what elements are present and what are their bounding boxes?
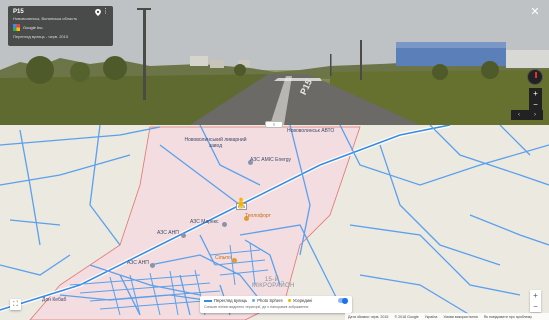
poi-marker[interactable] bbox=[222, 222, 227, 227]
street-view-nav-arrows[interactable]: ‹ › bbox=[511, 110, 543, 120]
capture-date: Перегляд вулиць - черв. 2015 bbox=[13, 34, 69, 39]
label-novovolynsk-avto[interactable]: Нововолинськ АВТО bbox=[287, 128, 334, 134]
photo-sphere-dot-icon bbox=[252, 299, 256, 302]
location-pin-icon[interactable] bbox=[95, 9, 101, 16]
legend-photo-sphere: Photo Sphere bbox=[257, 298, 283, 303]
footer-terms-link[interactable]: Умови використання bbox=[443, 315, 477, 319]
label-silpo[interactable]: Сільпо bbox=[215, 255, 231, 261]
street-view-zoom-control[interactable]: + − bbox=[529, 88, 542, 110]
poi-marker[interactable] bbox=[150, 263, 155, 268]
footer-report-link[interactable]: Як повідомити про проблему bbox=[484, 315, 532, 319]
label-azs-energy[interactable]: АЗС АМІС Energy bbox=[250, 157, 291, 163]
sv-zoom-out-button[interactable]: − bbox=[529, 99, 542, 110]
street-view-layers-panel: Перегляд вулиць Photo Sphere Усередині С… bbox=[200, 296, 352, 313]
poi-marker[interactable] bbox=[181, 233, 186, 238]
layer-toggle-switch[interactable] bbox=[338, 297, 348, 304]
location-title: P15 bbox=[13, 9, 24, 15]
footer-copyright: © 2018 Google bbox=[394, 314, 419, 319]
nav-left-icon[interactable]: ‹ bbox=[518, 112, 520, 118]
map-canvas[interactable] bbox=[0, 125, 549, 320]
label-liyarny-zavod[interactable]: Нововолинський ливарний завод bbox=[178, 137, 253, 149]
layers-description: Синьою лінією виділено території, де є п… bbox=[204, 305, 309, 309]
poi-marker-orange[interactable] bbox=[232, 258, 237, 263]
map-zoom-in-button[interactable]: + bbox=[530, 290, 541, 301]
legend-street-view: Перегляд вулиць bbox=[214, 298, 248, 303]
label-don-kebab[interactable]: Дон Кебаб bbox=[42, 297, 66, 303]
close-street-view-button[interactable]: ✕ bbox=[529, 6, 541, 18]
street-view-info-card: P15 Нововолинськ, Волинська область Goog… bbox=[8, 6, 113, 46]
footer-date: Дата зйомки: черв. 2015 bbox=[348, 314, 389, 319]
pegman-icon[interactable] bbox=[237, 197, 245, 209]
label-teplovyk[interactable]: Теплофорт bbox=[245, 213, 271, 219]
nav-right-icon[interactable]: › bbox=[534, 112, 536, 118]
location-subtitle: Нововолинськ, Волинська область bbox=[13, 16, 78, 21]
layers-legend-row: Перегляд вулиць Photo Sphere Усередині bbox=[204, 297, 348, 304]
street-view-panel[interactable]: P15 P15 Нововолинськ, Волинська область … bbox=[0, 0, 549, 125]
compass-icon[interactable] bbox=[527, 69, 543, 85]
uploaded-dot-icon bbox=[287, 299, 291, 302]
label-azs-ang[interactable]: АЗС АНП bbox=[157, 230, 179, 236]
label-azs-marex[interactable]: АЗС Марекс bbox=[190, 219, 219, 225]
provider-row: Google Inc. bbox=[13, 24, 108, 31]
label-azs-anp-2[interactable]: АЗС АНП bbox=[127, 260, 149, 266]
map-panel[interactable]: Нововолинський ливарний завод Нововолинс… bbox=[0, 125, 549, 320]
label-district: 15-Й МІКРОРАЙОН bbox=[252, 277, 295, 289]
sv-zoom-in-button[interactable]: + bbox=[529, 88, 542, 99]
provider-name: Google Inc. bbox=[23, 25, 44, 30]
google-logo-icon bbox=[13, 24, 20, 31]
split-resize-handle[interactable]: ≡ bbox=[265, 121, 283, 128]
map-footer: Дата зйомки: черв. 2015 © 2018 Google Ук… bbox=[345, 313, 549, 320]
fullscreen-button[interactable]: ⛶ bbox=[10, 299, 21, 310]
map-zoom-out-button[interactable]: − bbox=[530, 301, 541, 312]
map-zoom-control[interactable]: + − bbox=[530, 290, 541, 312]
street-view-line-icon bbox=[204, 299, 212, 302]
more-options-icon[interactable]: ⋮ bbox=[102, 8, 109, 15]
footer-country[interactable]: Україна bbox=[425, 315, 438, 319]
legend-uploaded: Усередині bbox=[292, 298, 313, 303]
